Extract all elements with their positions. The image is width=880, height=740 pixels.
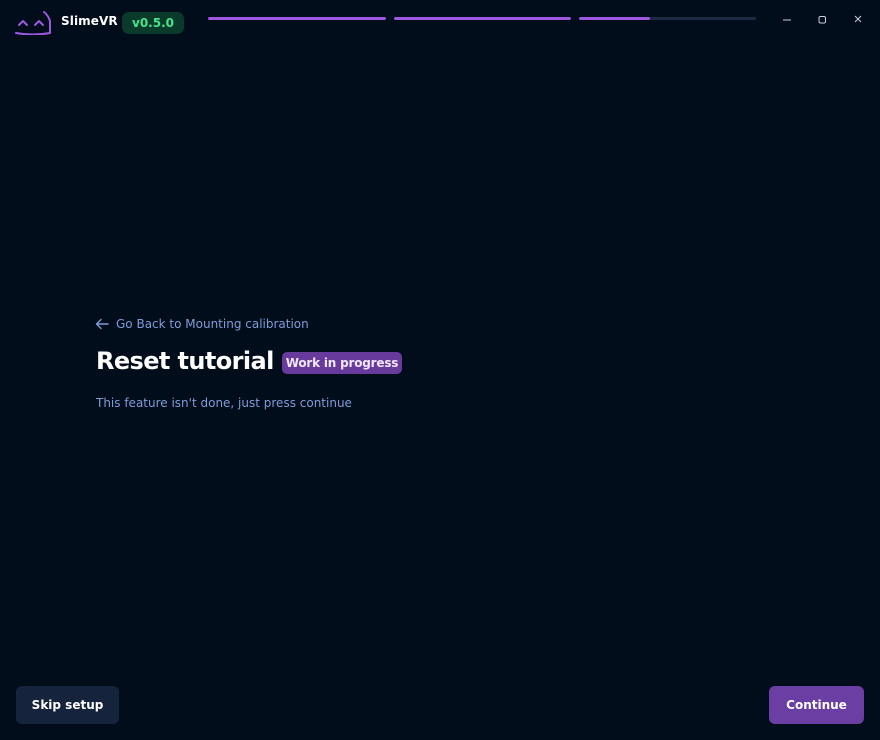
progress-fill: [579, 17, 650, 20]
heading-row: Reset tutorial Work in progress: [96, 347, 403, 375]
app-name: SlimeVR: [61, 14, 118, 28]
setup-progress-step-2: [394, 17, 571, 20]
minimize-button[interactable]: [777, 10, 797, 30]
continue-button[interactable]: Continue: [769, 686, 864, 724]
progress-fill: [208, 17, 386, 20]
skip-setup-button[interactable]: Skip setup: [16, 686, 119, 724]
maximize-button[interactable]: [812, 10, 832, 30]
progress-fill: [394, 17, 571, 20]
minimize-icon: [783, 19, 791, 21]
slimevr-logo-icon: [15, 11, 51, 35]
setup-progress-step-3: [579, 17, 756, 20]
back-to-mounting-calibration-link[interactable]: Go Back to Mounting calibration: [95, 316, 309, 332]
work-in-progress-badge: Work in progress: [281, 352, 403, 374]
back-link-label: Go Back to Mounting calibration: [116, 317, 309, 331]
app-window: SlimeVR v0.5.0 Go Back to Mounting calib…: [0, 0, 880, 740]
arrow-left-icon: [95, 318, 109, 330]
close-button[interactable]: [848, 10, 868, 30]
title-bar[interactable]: SlimeVR v0.5.0: [0, 0, 880, 44]
page-description: This feature isn't done, just press cont…: [96, 396, 352, 410]
version-badge[interactable]: v0.5.0: [122, 12, 184, 34]
page-title: Reset tutorial: [96, 347, 274, 375]
close-icon: [854, 15, 862, 23]
setup-progress-step-1: [208, 17, 386, 20]
maximize-icon: [818, 16, 826, 24]
